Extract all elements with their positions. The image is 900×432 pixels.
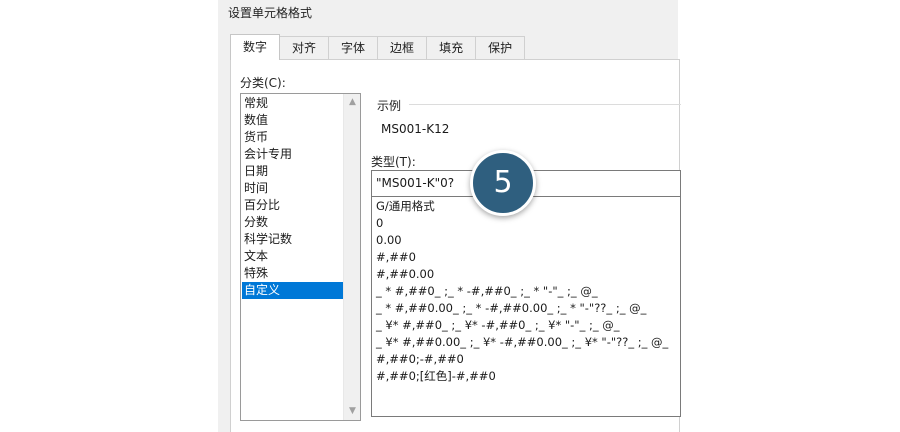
category-item-scientific[interactable]: 科学记数 <box>242 231 344 248</box>
category-item-currency[interactable]: 货币 <box>242 129 344 146</box>
format-item[interactable]: _ ¥* #,##0_ ;_ ¥* -#,##0_ ;_ ¥* "-"_ ;_ … <box>372 317 680 334</box>
category-item-percentage[interactable]: 百分比 <box>242 197 344 214</box>
tab-alignment[interactable]: 对齐 <box>279 36 330 60</box>
tab-protection[interactable]: 保护 <box>475 36 526 60</box>
chevron-up-icon[interactable]: ▲ <box>344 94 361 111</box>
category-label: 分类(C): <box>240 76 286 90</box>
number-tab-panel: 分类(C): 常规 数值 货币 会计专用 日期 时间 百分比 分数 科学记数 文… <box>230 59 681 432</box>
format-type-list[interactable]: G/通用格式 0 0.00 #,##0 #,##0.00 _ * #,##0_ … <box>371 197 681 417</box>
format-item[interactable]: _ * #,##0_ ;_ * -#,##0_ ;_ * "-"_ ;_ @_ <box>372 283 680 300</box>
category-item-fraction[interactable]: 分数 <box>242 214 344 231</box>
sample-label: 示例 <box>377 97 406 114</box>
format-item[interactable]: #,##0.00 <box>372 266 680 283</box>
category-item-general[interactable]: 常规 <box>242 95 344 112</box>
step-number-badge: 5 <box>470 150 536 216</box>
tab-bar: 数字 对齐 字体 边框 填充 保护 <box>230 34 526 60</box>
tab-font[interactable]: 字体 <box>328 36 379 60</box>
category-item-date[interactable]: 日期 <box>242 163 344 180</box>
category-item-accounting[interactable]: 会计专用 <box>242 146 344 163</box>
category-list[interactable]: 常规 数值 货币 会计专用 日期 时间 百分比 分数 科学记数 文本 特殊 自定… <box>240 93 361 421</box>
category-scrollbar[interactable]: ▲ ▼ <box>343 94 360 420</box>
category-items: 常规 数值 货币 会计专用 日期 时间 百分比 分数 科学记数 文本 特殊 自定… <box>242 95 344 299</box>
category-item-custom[interactable]: 自定义 <box>242 282 344 299</box>
sample-group-divider <box>409 104 681 105</box>
format-item[interactable]: _ * #,##0.00_ ;_ * -#,##0.00_ ;_ * "-"??… <box>372 300 680 317</box>
category-item-time[interactable]: 时间 <box>242 180 344 197</box>
format-item[interactable]: _ ¥* #,##0.00_ ;_ ¥* -#,##0.00_ ;_ ¥* "-… <box>372 334 680 351</box>
format-type-items: G/通用格式 0 0.00 #,##0 #,##0.00 _ * #,##0_ … <box>372 197 680 385</box>
format-item[interactable]: #,##0;-#,##0 <box>372 351 680 368</box>
format-item[interactable]: #,##0;[红色]-#,##0 <box>372 368 680 385</box>
chevron-down-icon[interactable]: ▼ <box>344 403 361 420</box>
category-item-text[interactable]: 文本 <box>242 248 344 265</box>
tab-fill[interactable]: 填充 <box>426 36 477 60</box>
sample-value: MS001-K12 <box>381 122 450 136</box>
tab-border[interactable]: 边框 <box>377 36 428 60</box>
format-item[interactable]: 0 <box>372 215 680 232</box>
format-item[interactable]: 0.00 <box>372 232 680 249</box>
type-label: 类型(T): <box>371 155 416 169</box>
tab-number[interactable]: 数字 <box>230 34 281 60</box>
dialog-title: 设置单元格格式 <box>228 6 313 20</box>
format-item[interactable]: #,##0 <box>372 249 680 266</box>
category-item-special[interactable]: 特殊 <box>242 265 344 282</box>
format-cells-dialog: 设置单元格格式 数字 对齐 字体 边框 填充 保护 分类(C): 常规 数值 货… <box>218 0 681 432</box>
category-item-number[interactable]: 数值 <box>242 112 344 129</box>
